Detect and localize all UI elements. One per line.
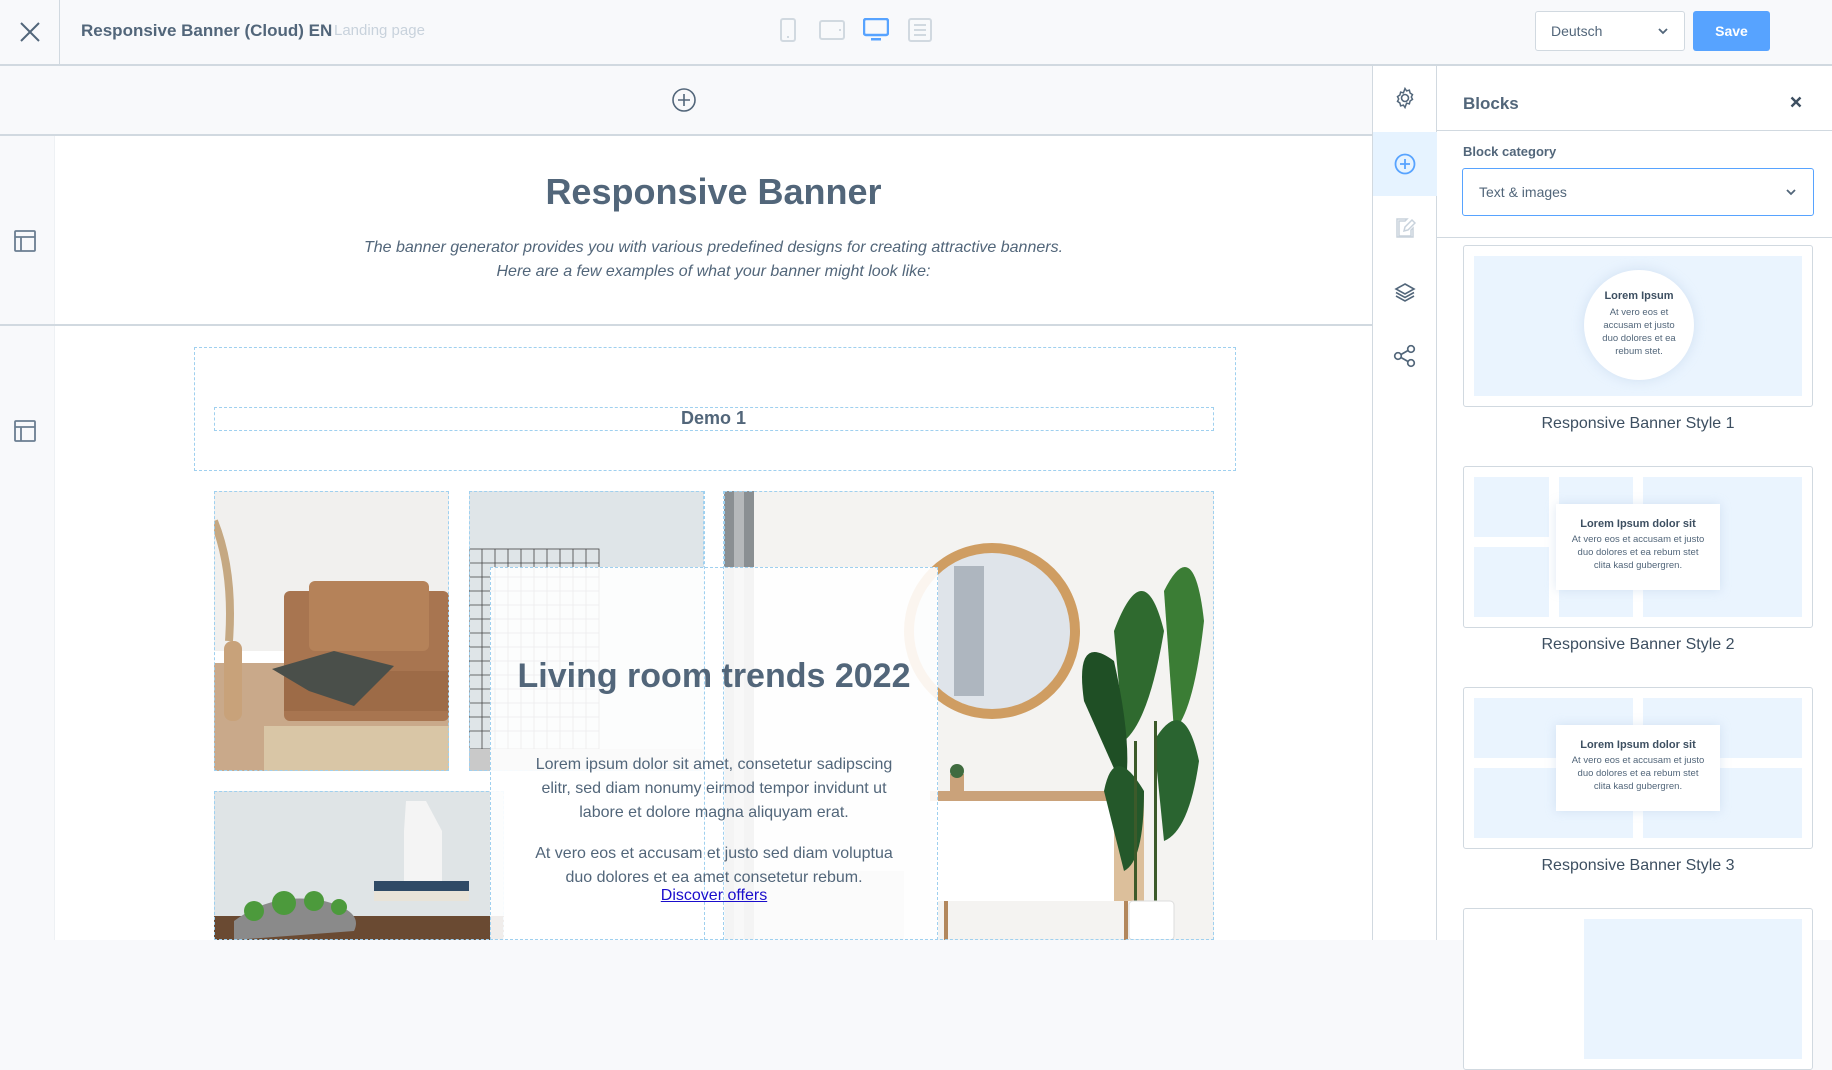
list-view-icon [908,18,932,42]
device-switcher [775,17,933,43]
layout-icon [14,420,36,442]
banner-paragraph-2[interactable]: At vero eos et accusam et justo sed diam… [530,842,898,890]
rail-layers-button[interactable] [1373,260,1437,324]
preview-title: Lorem Ipsum dolor sit [1580,518,1696,530]
device-list-button[interactable] [907,17,933,43]
image-guide [214,491,449,771]
panel-title: Blocks [1463,94,1519,113]
divider [1437,237,1832,238]
block-card-style-4[interactable] [1463,908,1813,1070]
page-title: Responsive Banner (Cloud) EN [81,21,333,40]
close-editor-button[interactable] [0,0,60,64]
edit-icon [1396,218,1416,238]
block-category-label: Block category [1463,144,1557,159]
discover-offers-link[interactable]: Discover offers [490,887,938,905]
section-layout-button[interactable] [14,420,36,447]
preview-text: At vero eos et accusam et justo duo dolo… [1571,755,1705,792]
chevron-down-icon [1786,189,1796,196]
rail-settings-button[interactable] [1373,66,1437,130]
block-card-style-1[interactable]: Lorem Ipsum At vero eos et accusam et ju… [1463,245,1813,407]
top-bar: Responsive Banner (Cloud) EN Landing pag… [0,0,1832,66]
layout-icon [14,230,36,252]
block-card-label: Responsive Banner Style 3 [1541,857,1735,874]
device-tablet-button[interactable] [819,17,845,43]
rail-add-block-button[interactable] [1373,132,1437,196]
section-intro-text[interactable]: The banner generator provides you with v… [360,236,1067,284]
desktop-icon [863,18,889,41]
editor-sidebar-rail [1372,66,1437,940]
block-card-label: Responsive Banner Style 1 [1541,415,1735,432]
preview-box: Lorem Ipsum dolor sit At vero eos et acc… [1556,504,1720,590]
layers-icon [1394,283,1416,302]
gear-icon [1396,87,1414,109]
close-icon [19,22,40,42]
block-card-style-3[interactable]: Lorem Ipsum dolor sit At vero eos et acc… [1463,687,1813,849]
language-select[interactable]: Deutsch [1535,11,1685,51]
language-value: Deutsch [1551,23,1603,39]
preview-box: Lorem Ipsum dolor sit At vero eos et acc… [1556,725,1720,811]
plus-circle-icon [672,88,696,112]
add-section-button[interactable] [671,87,697,118]
preview-tile [1584,919,1802,1059]
add-section-row [0,66,1372,136]
device-desktop-button[interactable] [863,17,889,43]
panel-close-button[interactable] [1790,92,1802,113]
page-type-label: Landing page [334,22,425,39]
preview-tile [1474,477,1549,537]
rail-share-button[interactable] [1373,324,1437,388]
section-heading[interactable]: Responsive Banner [55,171,1372,213]
chevron-down-icon [1658,28,1668,35]
device-mobile-button[interactable] [775,17,801,43]
image-guide [214,791,504,940]
block-category-select[interactable]: Text & images [1462,168,1814,216]
preview-tile [1474,547,1549,617]
section-gutter [0,326,55,940]
section-intro[interactable] [0,136,1372,326]
banner-paragraph-1[interactable]: Lorem ipsum dolor sit amet, consetetur s… [530,753,898,825]
preview-title: Lorem Ipsum [1604,290,1674,302]
rail-edit-button[interactable] [1373,196,1437,260]
block-card-style-2[interactable]: Lorem Ipsum dolor sit At vero eos et acc… [1463,466,1813,628]
mobile-icon [780,18,796,42]
tablet-icon [819,20,845,40]
preview-circle: Lorem Ipsum At vero eos et accusam et ju… [1584,270,1694,380]
banner-title[interactable]: Living room trends 2022 [490,656,938,696]
demo-title[interactable]: Demo 1 [214,408,1213,430]
share-icon [1393,344,1416,368]
section-gutter [0,136,55,324]
plus-circle-icon [1394,153,1416,175]
section-layout-button[interactable] [14,230,36,257]
save-button[interactable]: Save [1693,11,1770,51]
editor-canvas: Responsive Banner The banner generator p… [0,66,1372,940]
close-icon [1790,96,1802,108]
blocks-panel: Blocks Block category Text & images Lore… [1437,66,1832,1070]
preview-text: At vero eos et accusam et justo duo dolo… [1571,534,1705,571]
preview-text: At vero eos et accusam et justo duo dolo… [1602,307,1676,357]
panel-header: Blocks [1437,66,1832,131]
preview-title: Lorem Ipsum dolor sit [1580,739,1696,751]
block-category-value: Text & images [1479,184,1567,200]
block-card-label: Responsive Banner Style 2 [1541,636,1735,653]
